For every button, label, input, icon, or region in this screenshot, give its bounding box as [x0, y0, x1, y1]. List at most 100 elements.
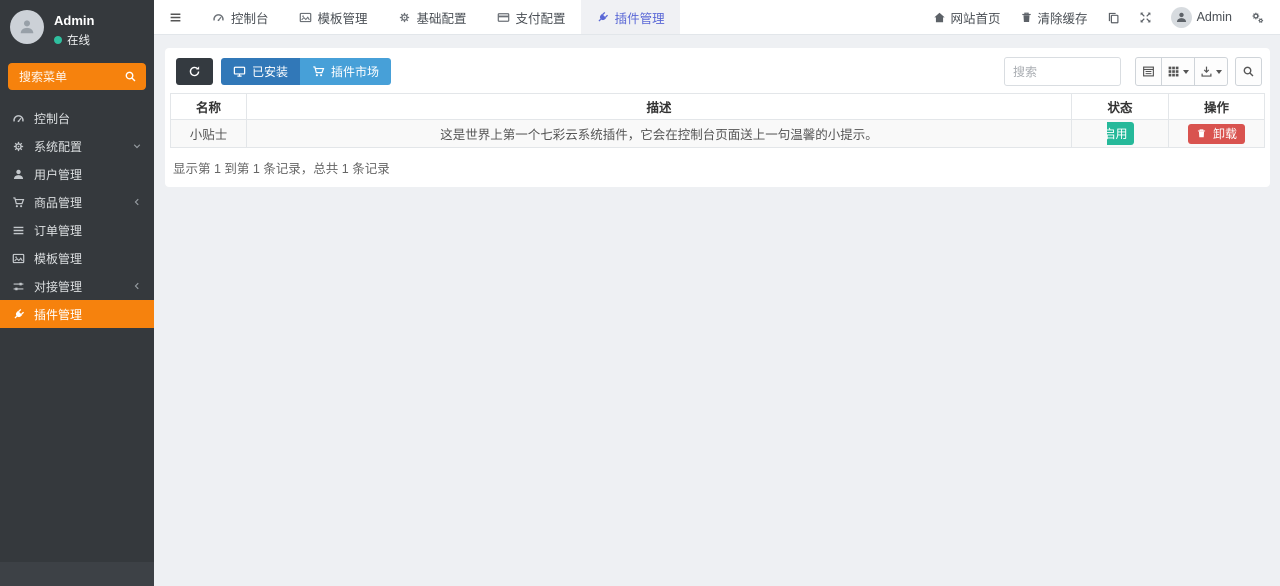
table-controls [1004, 57, 1262, 86]
site-home-link[interactable]: 网站首页 [933, 8, 1001, 27]
column-header-name[interactable]: 名称 [171, 94, 247, 120]
sidebar-user-name: Admin [54, 13, 94, 28]
sidebar-item-system-config[interactable]: 系统配置 [0, 132, 154, 160]
hamburger-icon [169, 11, 182, 24]
sidebar-item-goods[interactable]: 商品管理 [0, 188, 154, 216]
columns-button[interactable] [1162, 57, 1195, 86]
plugin-description-cell: 这是世界上第一个七彩云系统插件，它会在控制台页面送上一句温馨的小提示。 [247, 120, 1072, 148]
plugin-action-cell: 卸载 [1169, 120, 1265, 148]
chevron-left-icon [132, 281, 142, 291]
user-avatar[interactable] [10, 10, 44, 44]
status-badge-clip: 已启用 [1107, 122, 1134, 145]
column-header-status[interactable]: 状态 [1072, 94, 1169, 120]
credit-card-icon [497, 11, 510, 24]
uninstall-button[interactable]: 卸载 [1188, 124, 1245, 144]
sidebar-user-panel: Admin 在线 [0, 0, 154, 54]
clipboard-icon [1107, 11, 1120, 24]
chevron-down-icon [132, 141, 142, 151]
person-icon [1175, 11, 1188, 24]
toggle-view-button[interactable] [1135, 57, 1162, 86]
sidebar-item-label: 商品管理 [34, 194, 82, 211]
plugin-view-switch: 已安装 插件市场 [221, 58, 391, 85]
topbar-user-name: Admin [1197, 10, 1232, 24]
sidebar-item-label: 用户管理 [34, 166, 82, 183]
gear-icon [398, 11, 411, 24]
sidebar-item-label: 控制台 [34, 110, 70, 127]
fullscreen-button[interactable] [1139, 11, 1152, 24]
market-label: 插件市场 [331, 63, 379, 80]
tab-payment-config[interactable]: 支付配置 [482, 0, 581, 34]
sidebar-item-templates[interactable]: 模板管理 [0, 244, 154, 272]
sidebar-item-label: 订单管理 [34, 222, 82, 239]
caret-down-icon [1216, 70, 1222, 74]
menu-search-input[interactable] [17, 69, 118, 85]
sidebar-item-plugins[interactable]: 插件管理 [0, 300, 154, 328]
tab-basic-config[interactable]: 基础配置 [383, 0, 482, 34]
pagination-summary: 显示第 1 到第 1 条记录，总共 1 条记录 [170, 148, 1265, 187]
grid-icon [1167, 65, 1180, 78]
trash-icon [1196, 128, 1207, 139]
sidebar-item-dashboard[interactable]: 控制台 [0, 104, 154, 132]
copy-button[interactable] [1107, 11, 1120, 24]
plug-icon [12, 308, 25, 321]
tab-plugins[interactable]: 插件管理 [581, 0, 680, 34]
sidebar-item-users[interactable]: 用户管理 [0, 160, 154, 188]
topbar-tabs: 控制台 模板管理 基础配置 支付配置 插件管理 [197, 0, 680, 34]
sidebar-toggle-button[interactable] [154, 0, 197, 34]
clear-cache-button[interactable]: 清除缓存 [1020, 8, 1088, 27]
search-icon[interactable] [124, 70, 137, 83]
settings-button[interactable] [1251, 11, 1264, 24]
tab-dashboard[interactable]: 控制台 [197, 0, 284, 34]
sidebar: Admin 在线 控制台 系统配置 用户管理 [0, 0, 154, 586]
user-menu[interactable]: Admin [1171, 7, 1232, 28]
dashboard-icon [12, 112, 25, 125]
column-header-action[interactable]: 操作 [1169, 94, 1265, 120]
table-search-button[interactable] [1235, 57, 1262, 86]
search-icon [1242, 65, 1255, 78]
user-icon [12, 168, 25, 181]
table-search-input[interactable] [1004, 57, 1121, 86]
sidebar-item-label: 对接管理 [34, 278, 82, 295]
sliders-icon [12, 280, 25, 293]
dashboard-icon [212, 11, 225, 24]
export-button[interactable] [1195, 57, 1228, 86]
tab-templates[interactable]: 模板管理 [284, 0, 383, 34]
sidebar-user-status: 在线 [54, 32, 94, 48]
refresh-icon [188, 65, 201, 78]
admin-app: Admin 在线 控制台 系统配置 用户管理 [0, 0, 1280, 586]
gear-icon [12, 140, 25, 153]
installed-button[interactable]: 已安装 [221, 58, 300, 85]
list-icon [12, 224, 25, 237]
refresh-button[interactable] [176, 58, 213, 85]
sidebar-menu-search[interactable] [8, 63, 146, 90]
plugin-toolbar: 已安装 插件市场 [170, 48, 1265, 93]
plugin-table: 名称 描述 状态 操作 小贴士 这是世界上第一个七彩云系统插件，它会在控制台页面… [170, 93, 1265, 148]
chevron-left-icon [132, 197, 142, 207]
status-badge[interactable]: 已启用 [1107, 122, 1134, 145]
tab-label: 控制台 [231, 8, 269, 27]
uninstall-label: 卸载 [1213, 125, 1237, 142]
column-header-description[interactable]: 描述 [247, 94, 1072, 120]
home-icon [933, 11, 946, 24]
image-icon [299, 11, 312, 24]
online-status-dot [54, 36, 62, 44]
sidebar-item-label: 系统配置 [34, 138, 82, 155]
plugin-market-button[interactable]: 插件市场 [300, 58, 391, 85]
sidebar-item-orders[interactable]: 订单管理 [0, 216, 154, 244]
sidebar-footer [0, 562, 154, 586]
clear-cache-label: 清除缓存 [1038, 8, 1088, 27]
person-icon [18, 18, 36, 36]
caret-down-icon [1183, 70, 1189, 74]
main-content: 已安装 插件市场 [154, 36, 1280, 586]
cart-icon [312, 65, 325, 78]
sidebar-item-label: 插件管理 [34, 306, 82, 323]
sidebar-menu: 控制台 系统配置 用户管理 商品管理 订单管理 模板管 [0, 104, 154, 328]
plugin-name-cell: 小贴士 [171, 120, 247, 148]
table-row: 小贴士 这是世界上第一个七彩云系统插件，它会在控制台页面送上一句温馨的小提示。 … [171, 120, 1265, 148]
cogs-icon [1251, 11, 1264, 24]
trash-icon [1020, 11, 1033, 24]
image-icon [12, 252, 25, 265]
sidebar-item-integration[interactable]: 对接管理 [0, 272, 154, 300]
sidebar-item-label: 模板管理 [34, 250, 82, 267]
fullscreen-icon [1139, 11, 1152, 24]
